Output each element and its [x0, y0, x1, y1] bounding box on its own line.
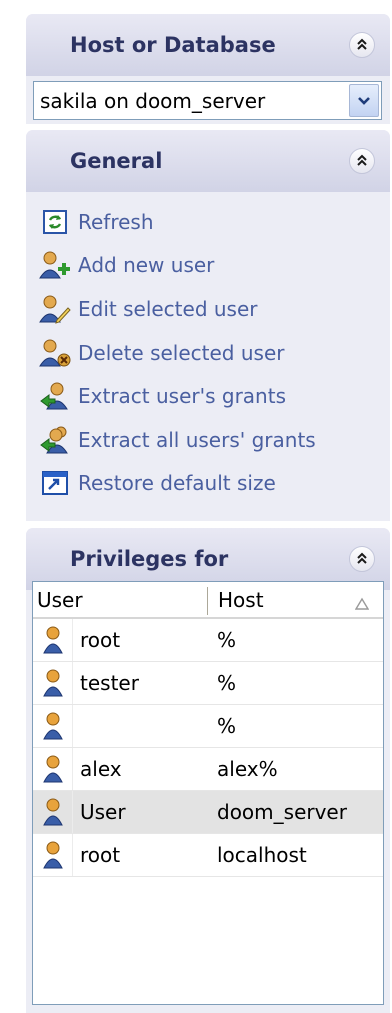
cell-user: root	[80, 843, 121, 867]
user-icon	[33, 748, 73, 790]
sidebar: Host or Database sakila on doom_server G…	[0, 0, 392, 1013]
chevron-down-icon[interactable]	[349, 84, 379, 117]
add-new-user-action[interactable]: Add new user	[38, 244, 316, 288]
general-panel: General Refresh Add new user Edit select…	[26, 130, 390, 521]
refresh-label: Refresh	[78, 209, 154, 234]
cell-host: localhost	[217, 843, 307, 867]
add-new-user-label: Add new user	[78, 253, 215, 278]
user-icon	[33, 619, 73, 661]
extract-user-grants-action[interactable]: Extract user's grants	[38, 374, 316, 418]
host-database-panel: Host or Database sakila on doom_server	[26, 14, 390, 124]
sort-ascending-icon	[354, 592, 370, 616]
user-icon	[33, 662, 73, 704]
extract-user-grants-label: Extract user's grants	[78, 384, 286, 409]
host-database-panel-title: Host or Database	[70, 33, 276, 57]
cell-host: %	[217, 714, 237, 738]
general-panel-title: General	[70, 149, 163, 173]
restore-default-size-label: Restore default size	[78, 471, 276, 496]
cell-user: alex	[80, 757, 122, 781]
restore-default-size-action[interactable]: Restore default size	[38, 462, 316, 506]
refresh-icon	[38, 205, 72, 239]
extract-all-users-grants-action[interactable]: Extract all users' grants	[38, 418, 316, 462]
table-row-selected[interactable]: User doom_server	[33, 791, 383, 834]
double-chevron-up-icon[interactable]	[349, 32, 375, 58]
restore-size-icon	[38, 466, 72, 500]
column-header-host-label: Host	[218, 587, 264, 612]
user-icon	[33, 705, 73, 747]
table-row[interactable]: root %	[33, 619, 383, 662]
delete-selected-user-action[interactable]: Delete selected user	[38, 331, 316, 375]
cell-user: User	[80, 800, 126, 824]
host-database-panel-header[interactable]: Host or Database	[26, 14, 390, 76]
extract-all-grants-icon	[38, 423, 72, 457]
cell-host: doom_server	[217, 800, 347, 824]
add-user-icon	[38, 248, 72, 282]
edit-user-icon	[38, 292, 72, 326]
table-row[interactable]: root localhost	[33, 834, 383, 877]
edit-selected-user-label: Edit selected user	[78, 296, 258, 321]
refresh-action[interactable]: Refresh	[38, 200, 316, 244]
database-select[interactable]: sakila on doom_server	[33, 81, 382, 120]
edit-selected-user-action[interactable]: Edit selected user	[38, 287, 316, 331]
table-row[interactable]: tester %	[33, 662, 383, 705]
double-chevron-up-icon[interactable]	[349, 148, 375, 174]
table-row[interactable]: alex alex%	[33, 748, 383, 791]
user-icon	[33, 834, 73, 876]
users-grid[interactable]: User Host root % tester % % alex alex% U…	[32, 581, 384, 1005]
double-chevron-up-icon[interactable]	[349, 546, 375, 572]
delete-selected-user-label: Delete selected user	[78, 340, 285, 365]
delete-user-icon	[38, 336, 72, 370]
user-icon	[33, 791, 73, 833]
cell-host: alex%	[217, 757, 278, 781]
extract-grants-icon	[38, 379, 72, 413]
table-row[interactable]: %	[33, 705, 383, 748]
cell-user: root	[80, 628, 121, 652]
column-header-host[interactable]: Host	[208, 582, 383, 617]
grid-header: User Host	[33, 582, 383, 619]
database-select-value: sakila on doom_server	[40, 88, 266, 113]
general-panel-header[interactable]: General	[26, 130, 390, 192]
cell-host: %	[217, 671, 237, 695]
action-list: Refresh Add new user Edit selected user …	[38, 200, 316, 505]
cell-user: tester	[80, 671, 139, 695]
column-header-user[interactable]: User	[33, 582, 207, 617]
extract-all-users-grants-label: Extract all users' grants	[78, 427, 316, 452]
privileges-panel: Privileges for User Host root % tester %…	[26, 528, 390, 1013]
cell-host: %	[217, 628, 237, 652]
